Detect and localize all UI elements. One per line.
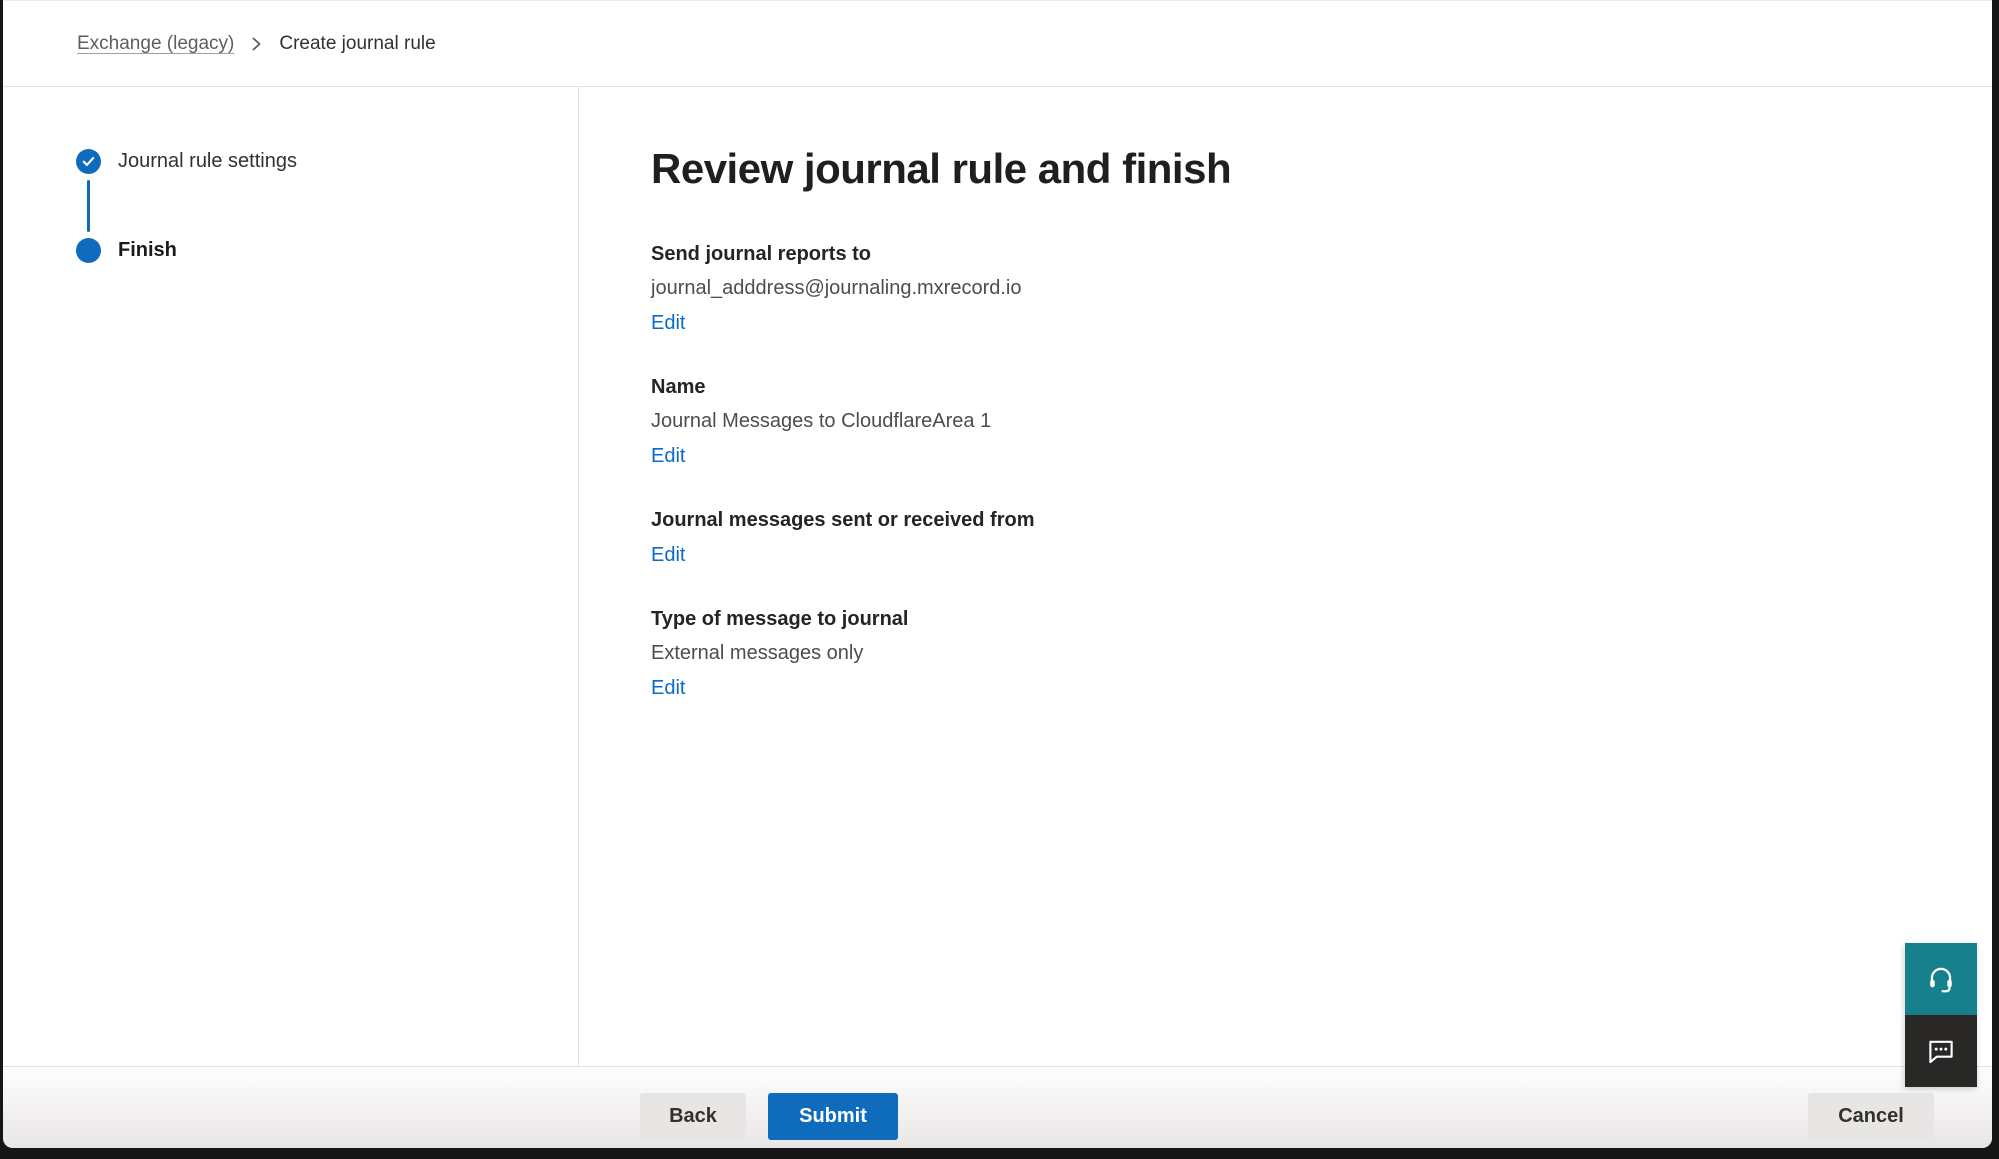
- cancel-button[interactable]: Cancel: [1808, 1093, 1934, 1140]
- headset-icon: [1925, 963, 1957, 995]
- wizard-body: Journal rule settings Finish Review jour…: [3, 87, 1992, 1066]
- section-label: Journal messages sent or received from: [651, 507, 1932, 533]
- breadcrumb-chevron-icon: [250, 34, 263, 54]
- step-connector-line: [87, 180, 90, 232]
- wizard-step-journal-rule-settings[interactable]: Journal rule settings: [76, 149, 578, 174]
- back-button[interactable]: Back: [640, 1093, 746, 1140]
- section-value: Journal Messages to CloudflareArea 1: [651, 408, 1932, 434]
- edit-send-journal-reports-link[interactable]: Edit: [651, 310, 685, 336]
- chat-icon: [1924, 1034, 1958, 1068]
- app-window: Exchange (legacy) Create journal rule Jo…: [3, 0, 1992, 1148]
- breadcrumb-link-exchange-legacy[interactable]: Exchange (legacy): [77, 33, 234, 55]
- feedback-button[interactable]: [1905, 1015, 1977, 1087]
- section-journal-messages-sent-or-received: Journal messages sent or received from E…: [651, 507, 1932, 568]
- section-label: Send journal reports to: [651, 241, 1932, 267]
- submit-button[interactable]: Submit: [768, 1093, 898, 1140]
- step-label: Finish: [118, 239, 177, 262]
- help-button[interactable]: [1905, 943, 1977, 1015]
- section-send-journal-reports-to: Send journal reports to journal_adddress…: [651, 241, 1932, 336]
- edit-name-link[interactable]: Edit: [651, 443, 685, 469]
- breadcrumb: Exchange (legacy) Create journal rule: [3, 1, 1992, 87]
- page-title: Review journal rule and finish: [651, 143, 1932, 195]
- step-current-dot-icon: [76, 238, 101, 263]
- section-name: Name Journal Messages to CloudflareArea …: [651, 374, 1932, 469]
- edit-journal-messages-link[interactable]: Edit: [651, 542, 685, 568]
- section-value: journal_adddress@journaling.mxrecord.io: [651, 275, 1932, 301]
- section-label: Type of message to journal: [651, 606, 1932, 632]
- step-label: Journal rule settings: [118, 150, 297, 173]
- section-label: Name: [651, 374, 1932, 400]
- review-content: Review journal rule and finish Send jour…: [580, 87, 1992, 1066]
- breadcrumb-current-create-journal-rule: Create journal rule: [279, 33, 435, 55]
- section-type-of-message: Type of message to journal External mess…: [651, 606, 1932, 701]
- step-completed-check-icon: [76, 149, 101, 174]
- section-value: External messages only: [651, 640, 1932, 666]
- edit-type-of-message-link[interactable]: Edit: [651, 675, 685, 701]
- wizard-steps-panel: Journal rule settings Finish: [3, 87, 579, 1066]
- wizard-step-finish[interactable]: Finish: [76, 238, 578, 263]
- wizard-footer: Back Submit Cancel: [3, 1066, 1992, 1148]
